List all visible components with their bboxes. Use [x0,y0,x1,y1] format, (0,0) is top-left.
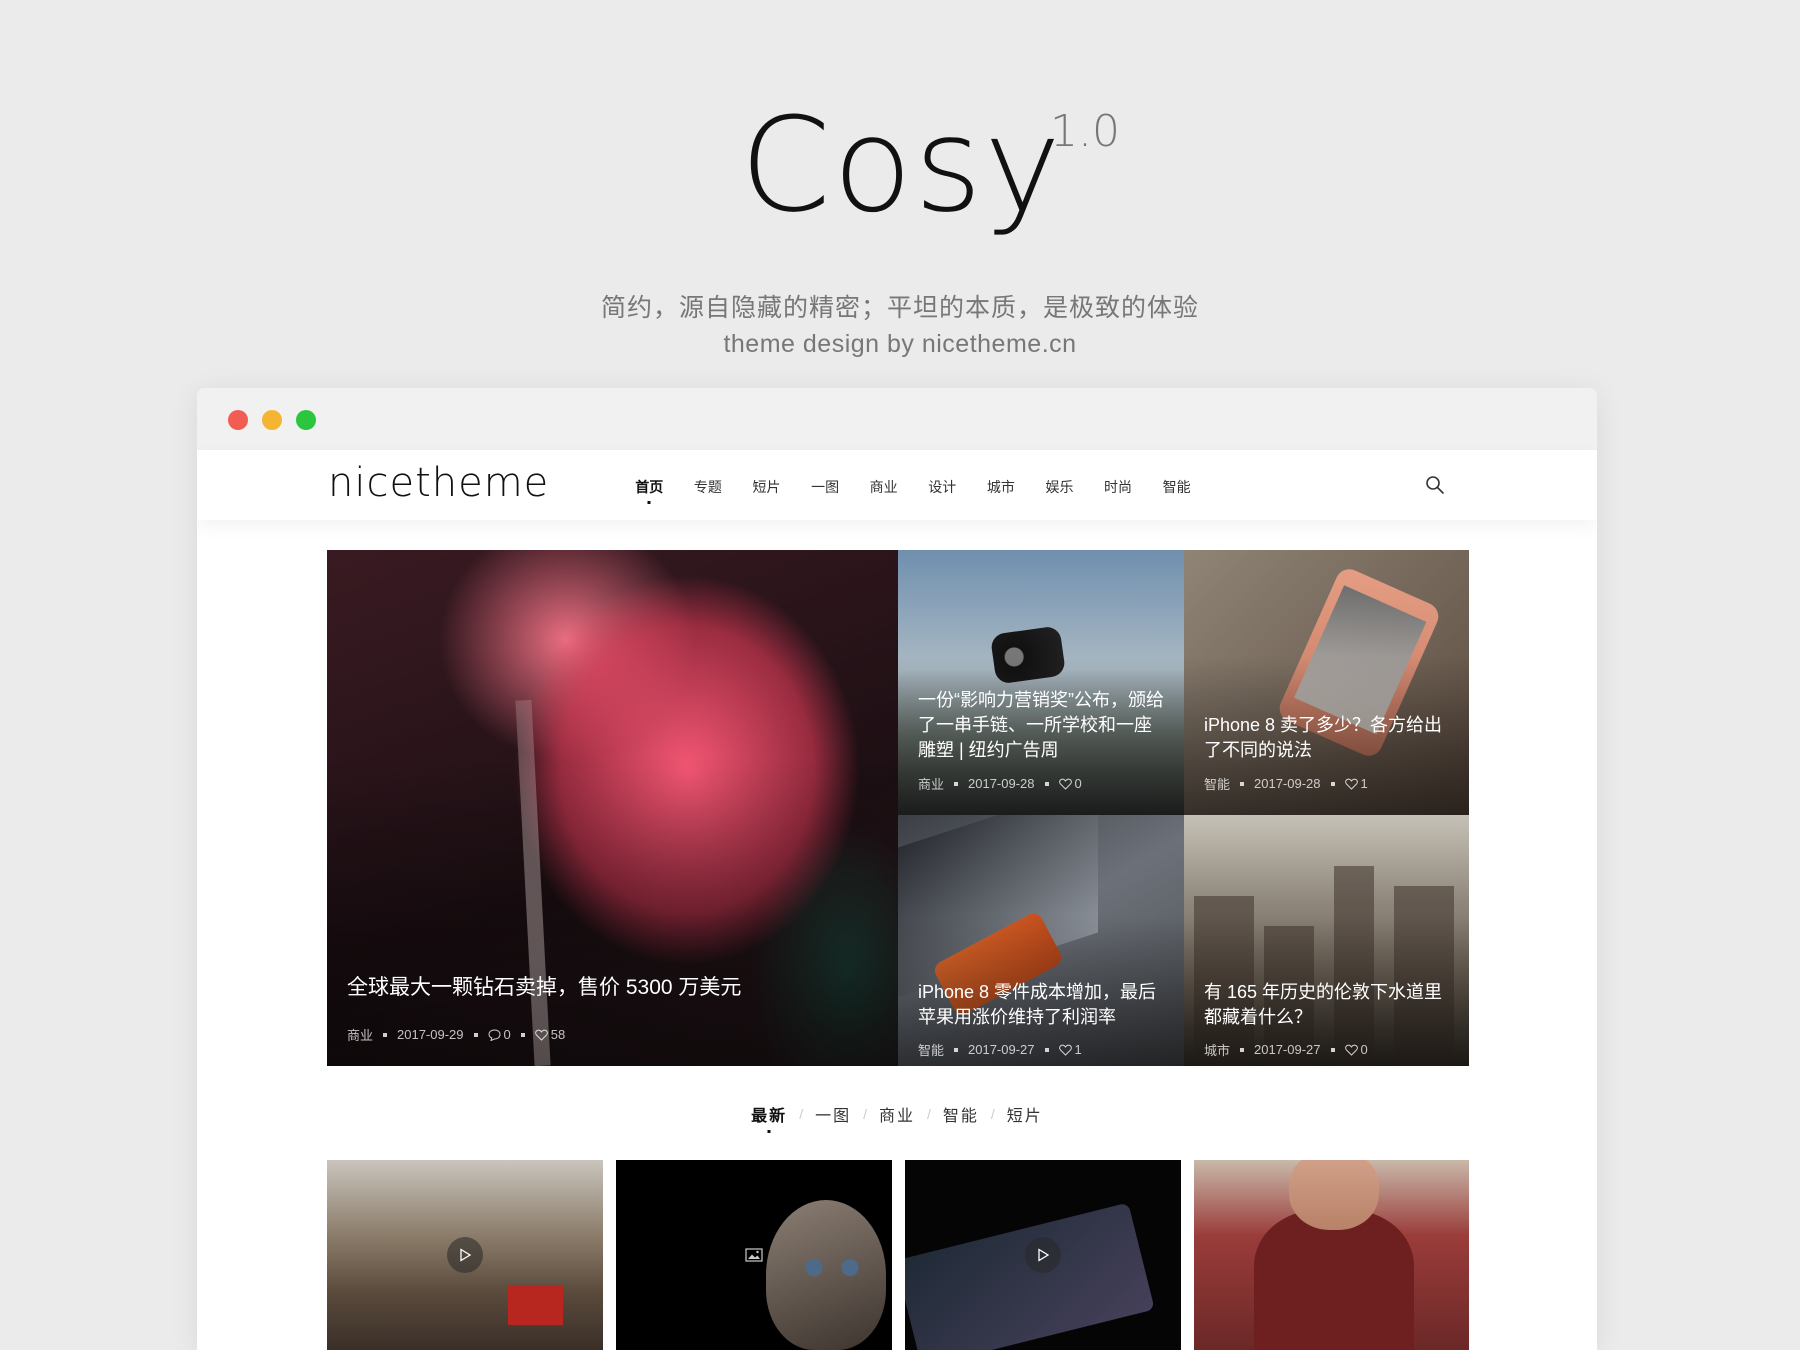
card-date: 2017-09-27 [1254,1042,1321,1057]
card-likes: 0 [1360,1042,1368,1057]
card-title[interactable]: iPhone 8 零件成本增加，最后苹果用涨价维持了利润率 [918,980,1164,1030]
featured-card-side[interactable]: iPhone 8 卖了多少？各方给出了不同的说法 智能 2017-09-28 1 [1184,550,1469,815]
heart-icon [534,1029,548,1041]
hero-version: 1.0 [1050,106,1120,157]
post-thumbnail[interactable] [616,1160,892,1350]
card-comments: 0 [503,1027,511,1042]
featured-card-main[interactable]: 全球最大一颗钻石卖掉，售价 5300 万美元 商业 2017-09-29 0 5… [327,550,898,1066]
card-category[interactable]: 城市 [1204,1040,1230,1059]
menu-item-home[interactable]: 首页 [620,477,679,497]
menu-item-picture[interactable]: 一图 [796,477,855,497]
maximize-window-button[interactable] [296,410,316,430]
tab-shorts[interactable]: 短片 [1007,1102,1043,1126]
card-category[interactable]: 智能 [1204,774,1230,793]
card-category[interactable]: 商业 [347,1025,373,1044]
card-category[interactable]: 商业 [918,774,944,793]
post-thumbnail[interactable] [327,1160,603,1350]
card-title[interactable]: 全球最大一颗钻石卖掉，售价 5300 万美元 [347,975,878,1000]
menu-item-smart[interactable]: 智能 [1147,477,1206,497]
card-meta: 智能 2017-09-28 1 [1204,774,1368,793]
card-date: 2017-09-28 [968,776,1035,791]
card-meta: 商业 2017-09-28 0 [918,774,1082,793]
card-date: 2017-09-27 [968,1042,1035,1057]
browser-window: nicetheme 首页 专题 短片 一图 商业 设计 城市 娱乐 时尚 智能 … [197,388,1597,1350]
image-icon [736,1237,772,1273]
menu-item-shorts[interactable]: 短片 [737,477,796,497]
card-meta: 商业 2017-09-29 0 58 [347,1025,565,1044]
card-meta: 智能 2017-09-27 1 [918,1040,1082,1059]
card-likes: 0 [1074,776,1082,791]
card-meta: 城市 2017-09-27 0 [1204,1040,1368,1059]
menu-item-entertainment[interactable]: 娱乐 [1030,477,1089,497]
post-thumbnail[interactable] [1194,1160,1469,1350]
site-logo[interactable]: nicetheme [328,460,549,506]
hero-title: Cosy [740,89,1063,241]
featured-grid: 全球最大一颗钻石卖掉，售价 5300 万美元 商业 2017-09-29 0 5… [327,550,1469,1066]
search-icon[interactable] [1425,475,1445,495]
minimize-window-button[interactable] [262,410,282,430]
heart-icon [1058,778,1072,790]
comment-icon [488,1028,501,1041]
post-filter-tabs: 最新 / 一图 / 商业 / 智能 / 短片 [197,1102,1597,1126]
card-title[interactable]: 一份“影响力营销奖”公布，颁给了一串手链、一所学校和一座雕塑 | 纽约广告周 [918,688,1164,763]
tab-business[interactable]: 商业 [879,1102,915,1126]
site-header: nicetheme 首页 专题 短片 一图 商业 设计 城市 娱乐 时尚 智能 [197,450,1597,520]
card-title[interactable]: iPhone 8 卖了多少？各方给出了不同的说法 [1204,713,1449,763]
card-likes: 58 [550,1027,566,1042]
card-category[interactable]: 智能 [918,1040,944,1059]
play-icon[interactable] [1025,1237,1061,1273]
heart-icon [1058,1044,1072,1056]
hero-tagline: 简约，源自隐藏的精密；平坦的本质，是极致的体验 [600,294,1199,322]
menu-item-design[interactable]: 设计 [913,477,972,497]
main-menu: 首页 专题 短片 一图 商业 设计 城市 娱乐 时尚 智能 [620,477,1206,497]
hero: Cosy 1.0 简约，源自隐藏的精密；平坦的本质，是极致的体验 theme d… [0,0,1800,380]
menu-item-fashion[interactable]: 时尚 [1089,477,1148,497]
card-title[interactable]: 有 165 年历史的伦敦下水道里都藏着什么？ [1204,980,1449,1030]
post-thumbnail[interactable] [905,1160,1181,1350]
tab-smart[interactable]: 智能 [943,1102,979,1126]
featured-card-side[interactable]: 有 165 年历史的伦敦下水道里都藏着什么？ 城市 2017-09-27 0 [1184,815,1469,1066]
featured-card-side[interactable]: 一份“影响力营销奖”公布，颁给了一串手链、一所学校和一座雕塑 | 纽约广告周 商… [898,550,1184,815]
card-date: 2017-09-29 [397,1027,464,1042]
window-titlebar [197,388,1597,450]
play-icon[interactable] [447,1237,483,1273]
tab-picture[interactable]: 一图 [815,1102,851,1126]
card-date: 2017-09-28 [1254,776,1321,791]
heart-icon [1344,1044,1358,1056]
hero-credit: theme design by nicetheme.cn [723,330,1077,358]
menu-item-business[interactable]: 商业 [854,477,913,497]
card-likes: 1 [1074,1042,1082,1057]
menu-item-city[interactable]: 城市 [972,477,1031,497]
close-window-button[interactable] [228,410,248,430]
card-likes: 1 [1360,776,1368,791]
tab-latest[interactable]: 最新 [751,1102,787,1126]
heart-icon [1344,778,1358,790]
featured-card-side[interactable]: iPhone 8 零件成本增加，最后苹果用涨价维持了利润率 智能 2017-09… [898,815,1184,1066]
menu-item-topics[interactable]: 专题 [679,477,738,497]
